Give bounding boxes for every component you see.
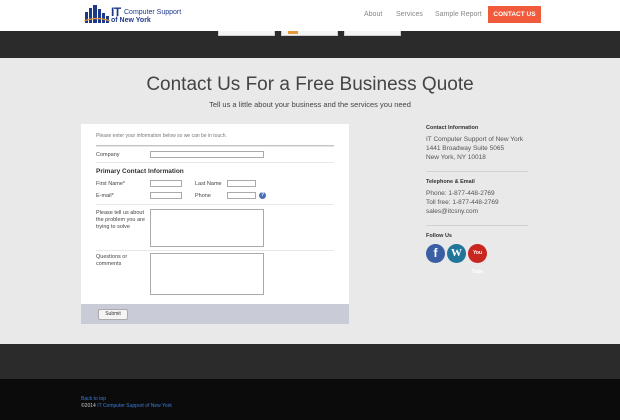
form-divider bbox=[96, 162, 334, 163]
telephone-heading: Telephone & Email bbox=[426, 179, 475, 185]
facebook-icon[interactable]: f bbox=[426, 244, 445, 263]
page-title: Contact Us For a Free Business Quote bbox=[146, 74, 474, 95]
bottom-band bbox=[0, 344, 620, 379]
partner-badge-mark bbox=[288, 31, 298, 34]
phone-input[interactable] bbox=[227, 192, 256, 199]
company-label: Company bbox=[96, 152, 120, 158]
site-header: IT Computer Support of New York About Se… bbox=[0, 0, 620, 31]
wordpress-icon[interactable]: W bbox=[447, 244, 466, 263]
partner-badge bbox=[344, 31, 401, 36]
problem-label: Please tell us about the problem you are… bbox=[96, 210, 145, 230]
last-name-input[interactable] bbox=[227, 180, 256, 187]
nav-services[interactable]: Services bbox=[396, 11, 423, 18]
first-name-label: First Name* bbox=[96, 181, 126, 187]
phone-text: Phone: 1-877-448-2769 bbox=[426, 190, 495, 197]
contact-info-line: New York, NY 10018 bbox=[426, 154, 486, 161]
email-link[interactable]: sales@itcsny.com bbox=[426, 208, 478, 216]
partner-badge bbox=[218, 31, 275, 36]
email-input[interactable] bbox=[150, 192, 182, 199]
sidebar-divider bbox=[426, 171, 528, 172]
contact-info-heading: Contact Information bbox=[426, 125, 479, 131]
questions-label: Questions or comments bbox=[96, 254, 128, 267]
back-to-top-link[interactable]: Back to top bbox=[81, 396, 106, 402]
first-name-input[interactable] bbox=[150, 180, 182, 187]
company-input[interactable] bbox=[150, 151, 264, 158]
questions-textarea[interactable] bbox=[150, 253, 264, 295]
form-intro: Please enter your information below so w… bbox=[96, 133, 227, 139]
form-divider bbox=[96, 146, 334, 147]
email-label: E-mail* bbox=[96, 193, 114, 199]
nav-sample-report[interactable]: Sample Report bbox=[435, 11, 482, 18]
partner-badge bbox=[281, 31, 338, 36]
form-divider bbox=[96, 204, 334, 205]
sidebar-divider bbox=[426, 225, 528, 226]
copyright-prefix: ©2014 bbox=[81, 403, 98, 409]
page-subtitle: Tell us a little about your business and… bbox=[209, 100, 411, 109]
problem-textarea[interactable] bbox=[150, 209, 264, 247]
nav-about[interactable]: About bbox=[364, 11, 382, 18]
copyright-text: ©2014 IT Computer Support of New York bbox=[81, 403, 172, 409]
submit-button[interactable]: Submit bbox=[98, 309, 128, 320]
contact-info-line: 1441 Broadway Suite 5065 bbox=[426, 145, 505, 152]
building-logo-icon bbox=[84, 5, 110, 23]
logo-location-text: of New York bbox=[111, 17, 151, 24]
logo-company-text: Computer Support bbox=[124, 9, 182, 16]
last-name-label: Last Name bbox=[195, 181, 222, 187]
contact-us-button[interactable]: CONTACT US bbox=[488, 6, 541, 23]
primary-contact-heading: Primary Contact Information bbox=[96, 168, 184, 175]
form-divider bbox=[96, 250, 334, 251]
copyright-company-link[interactable]: IT Computer Support of New York bbox=[97, 403, 172, 409]
help-icon[interactable]: ? bbox=[259, 192, 266, 199]
phone-label: Phone bbox=[195, 193, 211, 199]
contact-info-line: IT Computer Support of New York bbox=[426, 136, 524, 143]
youtube-icon[interactable]: You Tube bbox=[468, 244, 487, 275]
follow-us-heading: Follow Us bbox=[426, 233, 452, 239]
toll-free-text: Toll free: 1-877-448-2769 bbox=[426, 199, 499, 206]
site-logo[interactable]: IT Computer Support of New York bbox=[84, 4, 204, 26]
